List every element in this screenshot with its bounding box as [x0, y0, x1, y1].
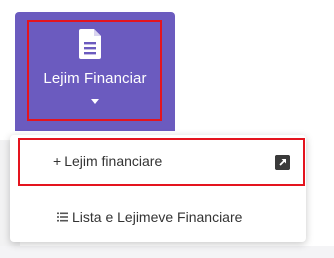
plus-icon: +	[53, 153, 62, 169]
nav-tile-label: Lejim Financiar	[43, 70, 147, 87]
list-icon	[57, 212, 68, 222]
menu-item-lejim-financiare[interactable]: + Lejim financiare	[10, 141, 306, 181]
document-icon	[79, 29, 101, 59]
menu-item-text: Lejim financiare	[64, 153, 163, 169]
caret-down-icon	[91, 99, 99, 104]
menu-item-text: Lista e Lejimeve Financiare	[72, 209, 243, 225]
menu-item-label: + Lejim financiare	[53, 141, 162, 181]
page: Lejim Financiar +Lejim financiare Lista	[0, 0, 334, 258]
menu-item-lista-lejimeve[interactable]: Lista e Lejimeve Financiare	[10, 197, 306, 237]
dropdown-menu: + Lejim financiare Lista e Lejimeve Finan…	[10, 135, 306, 242]
external-link-icon[interactable]	[275, 155, 290, 170]
page-background-bottom	[0, 246, 334, 258]
menu-item-label: Lista e Lejimeve Financiare	[57, 197, 242, 237]
